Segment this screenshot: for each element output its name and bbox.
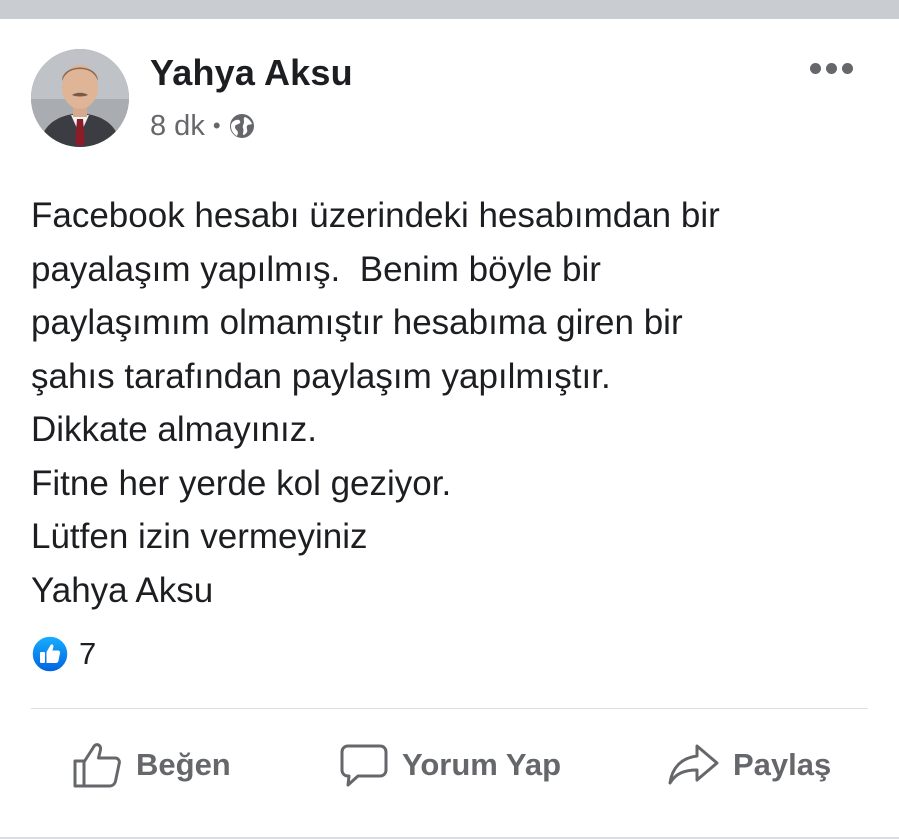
- post-card: Yahya Aksu 8 dk • Facebook hesabı üzerin…: [0, 19, 899, 839]
- thumbs-up-icon: [73, 743, 121, 788]
- post-meta: 8 dk •: [150, 108, 255, 144]
- like-label: Beğen: [136, 747, 231, 782]
- dot-icon: [842, 63, 853, 74]
- reactions-summary[interactable]: 7: [31, 634, 96, 674]
- avatar-photo: [31, 49, 129, 147]
- comment-label: Yorum Yap: [402, 747, 562, 782]
- dot-icon: [826, 63, 837, 74]
- comment-button[interactable]: Yorum Yap: [338, 739, 561, 791]
- post-text: Facebook hesabı üzerindeki hesabımdan bi…: [31, 189, 861, 617]
- top-separator: [0, 0, 899, 19]
- post-text-line: Fitne her yerde kol geziyor.: [31, 463, 452, 503]
- more-options-icon[interactable]: [808, 59, 854, 79]
- share-button[interactable]: Paylaş: [667, 739, 831, 791]
- post-text-line: şahıs tarafından paylaşım yapılmıştır.: [31, 356, 611, 396]
- share-arrow-icon: [668, 744, 719, 785]
- post-text-line: paylaşımım olmamıştır hesabıma giren bir: [31, 303, 683, 342]
- share-label: Paylaş: [733, 747, 832, 782]
- post-text-line: Lütfen izin vermeyiniz: [31, 517, 368, 556]
- globe-icon[interactable]: [229, 113, 255, 139]
- post-text-line: Yahya Aksu: [31, 570, 214, 610]
- post-text-line: payalaşım yapılmış. Benim böyle bir: [31, 249, 601, 289]
- like-icon: [31, 635, 69, 673]
- post-time[interactable]: 8 dk: [150, 110, 205, 143]
- divider: [31, 708, 868, 709]
- author-avatar[interactable]: [31, 49, 129, 147]
- reaction-count: 7: [79, 636, 97, 671]
- comment-icon: [340, 744, 388, 787]
- post-text-line: Facebook hesabı üzerindeki hesabımdan bi…: [31, 196, 720, 235]
- post-text-line: Dikkate almayınız.: [31, 410, 317, 449]
- author-name[interactable]: Yahya Aksu: [150, 52, 353, 94]
- like-button[interactable]: Beğen: [72, 739, 231, 791]
- meta-separator: •: [212, 113, 221, 138]
- dot-icon: [810, 63, 821, 74]
